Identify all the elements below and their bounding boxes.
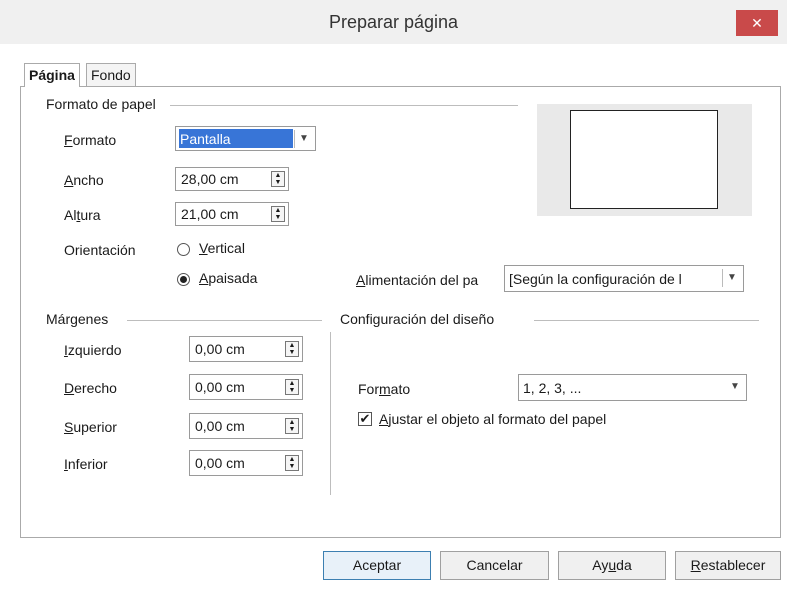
- layout-format-select[interactable]: 1, 2, 3, ... ▼: [518, 374, 747, 401]
- left-margin-label: Izquierdo: [64, 342, 122, 358]
- left-margin-spinner[interactable]: 0,00 cm ▲ ▼: [189, 336, 303, 362]
- spin-updown-icon[interactable]: ▲ ▼: [271, 171, 285, 187]
- reset-button[interactable]: Restablecer: [675, 551, 781, 580]
- divider: [170, 105, 518, 106]
- right-margin-spinner[interactable]: 0,00 cm ▲ ▼: [189, 374, 303, 400]
- height-spinner[interactable]: 21,00 cm ▲ ▼: [175, 202, 289, 226]
- landscape-radio[interactable]: [177, 273, 190, 286]
- fit-object-checkbox[interactable]: ✔: [358, 412, 372, 426]
- close-icon: ✕: [751, 15, 763, 31]
- width-label: Ancho: [64, 172, 104, 188]
- chevron-down-icon[interactable]: ▼: [726, 378, 744, 396]
- format-label: Formato: [64, 132, 117, 148]
- paper-format-heading: Formato de papel: [46, 96, 160, 112]
- tab-pagina[interactable]: Página: [24, 63, 80, 87]
- width-spinner[interactable]: 28,00 cm ▲ ▼: [175, 167, 289, 191]
- top-margin-spinner[interactable]: 0,00 cm ▲ ▼: [189, 413, 303, 439]
- page-preview-sheet: [570, 110, 718, 209]
- fit-object-label[interactable]: Ajustar el objeto al formato del papel: [379, 411, 606, 427]
- top-margin-label: Superior: [64, 419, 117, 435]
- margins-heading: Márgenes: [46, 311, 113, 327]
- divider: [534, 320, 759, 321]
- chevron-down-icon[interactable]: ▼: [722, 269, 741, 287]
- bottom-margin-spinner[interactable]: 0,00 cm ▲ ▼: [189, 450, 303, 476]
- window-title: Preparar página: [328, 12, 459, 32]
- tab-fondo[interactable]: Fondo: [86, 63, 136, 86]
- height-label: Altura: [64, 207, 101, 223]
- chevron-down-icon[interactable]: ▼: [294, 130, 313, 148]
- right-margin-label: Derecho: [64, 380, 117, 396]
- divider: [127, 320, 322, 321]
- layout-format-label: Formato: [358, 381, 411, 397]
- orientation-label: Orientación: [64, 242, 136, 258]
- paper-tray-select[interactable]: [Según la configuración de l ▼: [504, 265, 744, 292]
- help-button[interactable]: Ayuda: [558, 551, 666, 580]
- close-button[interactable]: ✕: [736, 10, 778, 36]
- vertical-divider: [330, 332, 331, 495]
- spin-updown-icon[interactable]: ▲ ▼: [285, 418, 299, 434]
- vertical-radio[interactable]: [177, 243, 190, 256]
- spin-updown-icon[interactable]: ▲ ▼: [285, 341, 299, 357]
- checkmark-icon: ✔: [359, 411, 371, 426]
- page-preview: [537, 104, 752, 216]
- ok-button[interactable]: Aceptar: [323, 551, 431, 580]
- bottom-margin-label: Inferior: [64, 456, 108, 472]
- vertical-label[interactable]: Vertical: [199, 240, 245, 256]
- format-select[interactable]: Pantalla ▼: [175, 126, 316, 151]
- spin-updown-icon[interactable]: ▲ ▼: [271, 206, 285, 222]
- cancel-button[interactable]: Cancelar: [440, 551, 549, 580]
- spin-updown-icon[interactable]: ▲ ▼: [285, 455, 299, 471]
- paper-tray-label: Alimentación del pa: [356, 272, 479, 288]
- landscape-label[interactable]: Apaisada: [199, 270, 257, 286]
- layout-heading: Configuración del diseño: [340, 311, 499, 327]
- spin-updown-icon[interactable]: ▲ ▼: [285, 379, 299, 395]
